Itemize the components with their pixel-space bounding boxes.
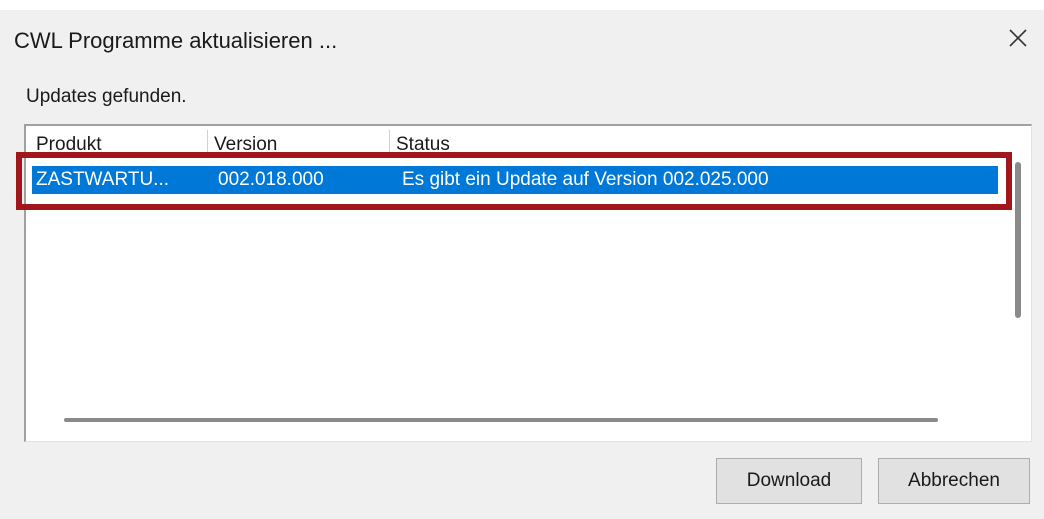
close-button[interactable] (998, 18, 1038, 58)
background-strip (0, 0, 1044, 10)
window-title: CWL Programme aktualisieren ... (14, 28, 338, 53)
table-row[interactable]: ZASTWARTU... 002.018.000 Es gibt ein Upd… (32, 166, 998, 194)
list-header: Produkt Version Status (30, 130, 998, 156)
row-version: 002.018.000 (218, 169, 324, 190)
horizontal-scrollbar[interactable] (64, 418, 938, 422)
product-list[interactable]: Produkt Version Status ZASTWARTU... 002.… (24, 124, 1032, 442)
vertical-scrollbar[interactable] (1015, 162, 1021, 318)
column-header-status[interactable]: Status (390, 130, 998, 156)
title-bar: CWL Programme aktualisieren ... (0, 10, 1044, 66)
status-message: Updates gefunden. (26, 86, 187, 107)
download-button[interactable]: Download (716, 458, 862, 504)
row-status: Es gibt ein Update auf Version 002.025.0… (402, 169, 769, 190)
column-header-version[interactable]: Version (208, 130, 390, 156)
column-header-product[interactable]: Produkt (30, 130, 208, 156)
update-dialog: CWL Programme aktualisieren ... Updates … (0, 0, 1044, 519)
close-icon (1009, 29, 1027, 47)
row-product: ZASTWARTU... (36, 169, 169, 190)
cancel-button[interactable]: Abbrechen (878, 458, 1030, 504)
